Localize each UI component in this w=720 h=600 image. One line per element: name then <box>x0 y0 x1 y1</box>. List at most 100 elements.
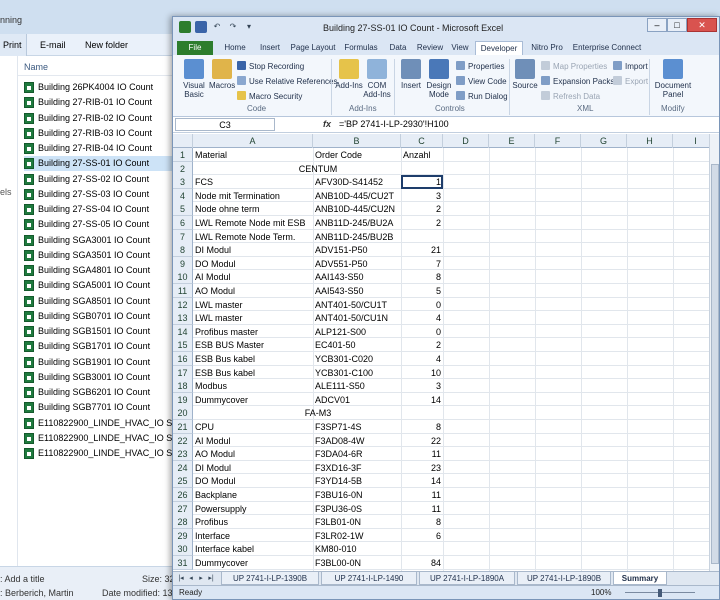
sheet-tab[interactable]: UP 2741-I-LP-1890B <box>517 572 611 585</box>
row-header[interactable]: 12 <box>173 297 193 312</box>
row-header[interactable]: 8 <box>173 243 193 258</box>
email-button[interactable]: E-mail <box>40 40 66 50</box>
table-cell[interactable]: 8 <box>401 270 443 284</box>
column-header[interactable]: I <box>673 134 709 148</box>
select-all-corner[interactable] <box>173 134 193 148</box>
table-cell[interactable]: Profibus <box>193 515 313 529</box>
file-list-item[interactable]: Building 27-RIB-02 IO Count <box>24 111 174 126</box>
table-cell[interactable]: DO Modul <box>193 257 313 271</box>
ribbon-tab-developer[interactable]: Developer <box>475 41 523 55</box>
visual-basic-button[interactable]: Visual Basic <box>179 59 209 99</box>
file-list-item[interactable]: Building 27-SS-04 IO Count <box>24 202 174 217</box>
file-list-item[interactable]: Building SGB1701 IO Count <box>24 339 174 354</box>
row-header[interactable]: 6 <box>173 216 193 230</box>
column-header[interactable]: D <box>443 134 489 148</box>
ribbon-tab-insert[interactable]: Insert <box>255 41 285 55</box>
row-header[interactable]: 15 <box>173 338 193 353</box>
table-cell[interactable]: AAI543-S50 <box>313 284 401 298</box>
table-cell[interactable]: AAI143-S50 <box>313 270 401 284</box>
ribbon-tab-page-layout[interactable]: Page Layout <box>289 41 337 55</box>
table-cell[interactable]: 2 <box>401 338 443 352</box>
table-cell[interactable]: CPU <box>193 420 313 434</box>
row-header[interactable]: 31 <box>173 556 193 570</box>
row-header[interactable]: 26 <box>173 488 193 502</box>
file-list-item[interactable]: Building 27-SS-03 IO Count <box>24 187 174 202</box>
row-header[interactable]: 7 <box>173 229 193 244</box>
macro-security-button[interactable]: Macro Security <box>237 91 302 101</box>
table-cell[interactable]: Material <box>193 148 313 162</box>
file-list-item[interactable]: Building 27-RIB-01 IO Count <box>24 95 174 110</box>
table-cell[interactable]: ADV151-P50 <box>313 243 401 257</box>
xml-import-button[interactable]: Import <box>613 61 648 71</box>
table-cell[interactable]: Interface <box>193 529 313 543</box>
insert-function-icon[interactable]: fx <box>323 119 331 129</box>
refresh-data-button[interactable]: Refresh Data <box>541 91 600 101</box>
table-cell[interactable]: Dummycover <box>193 556 313 570</box>
row-header[interactable]: 4 <box>173 188 193 203</box>
ribbon-tab-enterprise-connect[interactable]: Enterprise Connect <box>571 41 643 55</box>
sheet-tab[interactable]: Summary <box>613 572 667 585</box>
table-cell[interactable]: LWL Remote Node mit ESB <box>193 216 313 230</box>
undo-icon[interactable]: ↶ <box>211 21 223 33</box>
xml-source-button[interactable]: Source <box>511 59 539 90</box>
table-cell[interactable]: Node mit Termination <box>193 189 313 203</box>
excel-app-icon[interactable] <box>179 21 191 33</box>
ribbon-tab-nitro-pro[interactable]: Nitro Pro <box>527 41 567 55</box>
row-header[interactable]: 10 <box>173 270 193 285</box>
row-header[interactable]: 28 <box>173 515 193 530</box>
table-cell[interactable]: ANT401-50/CU1N <box>313 311 401 325</box>
table-cell[interactable]: 84 <box>401 556 443 570</box>
row-header[interactable]: 5 <box>173 202 193 217</box>
table-cell[interactable]: AFV30D-S41452 <box>313 175 401 189</box>
table-cell[interactable]: ANB10D-445/CU2T <box>313 189 401 203</box>
row-header[interactable]: 11 <box>173 284 193 298</box>
table-cell[interactable]: ADCV01 <box>313 393 401 407</box>
table-cell[interactable]: ALP121-S00 <box>313 325 401 339</box>
table-cell[interactable]: ANT401-50/CU1T <box>313 298 401 312</box>
expansion-packs-button[interactable]: Expansion Packs <box>541 76 614 86</box>
design-mode-button[interactable]: Design Mode <box>425 59 453 99</box>
row-header[interactable]: 16 <box>173 352 193 366</box>
row-header[interactable]: 24 <box>173 460 193 475</box>
table-cell[interactable]: 2 <box>401 202 443 216</box>
row-header[interactable]: 2 <box>173 161 193 176</box>
last-sheet-icon[interactable]: ▸| <box>207 574 215 583</box>
column-header[interactable]: C <box>401 134 443 148</box>
table-cell[interactable]: Dummycover <box>193 393 313 407</box>
table-cell[interactable] <box>401 542 443 556</box>
sheet-tab[interactable]: UP 2741-I-LP-1390B <box>221 572 319 585</box>
table-cell[interactable]: ANB11D-245/BU2B <box>313 230 401 244</box>
scrollbar-thumb[interactable] <box>711 164 719 564</box>
file-list-item[interactable]: Building 27-RIB-03 IO Count <box>24 126 174 141</box>
table-cell[interactable]: AI Modul <box>193 434 313 448</box>
file-list-item[interactable]: Building SGB3001 IO Count <box>24 370 174 385</box>
table-cell[interactable]: 21 <box>401 243 443 257</box>
column-header[interactable]: F <box>535 134 581 148</box>
map-properties-button[interactable]: Map Properties <box>541 61 607 71</box>
row-header[interactable]: 13 <box>173 311 193 326</box>
row-header[interactable]: 17 <box>173 365 193 380</box>
close-button[interactable]: ✕ <box>687 18 717 32</box>
first-sheet-icon[interactable]: |◂ <box>177 574 185 583</box>
table-cell[interactable]: 14 <box>401 393 443 407</box>
column-header[interactable]: G <box>581 134 627 148</box>
file-list-item[interactable]: E110822900_LINDE_HVAC_IO Sizing <box>24 416 174 431</box>
row-header[interactable]: 3 <box>173 175 193 190</box>
table-cell[interactable]: 11 <box>401 488 443 502</box>
new-folder-button[interactable]: New folder <box>85 40 128 50</box>
table-cell[interactable]: F3YD14-5B <box>313 474 401 488</box>
table-cell[interactable]: DI Modul <box>193 461 313 475</box>
table-cell[interactable]: F3XD16-3F <box>313 461 401 475</box>
column-header-name[interactable]: Name <box>18 56 178 76</box>
table-cell[interactable]: ANB10D-445/CU2N <box>313 202 401 216</box>
xml-export-button[interactable]: Export <box>613 76 648 86</box>
column-header[interactable]: A <box>193 134 313 148</box>
insert-control-button[interactable]: Insert <box>397 59 425 90</box>
file-list-item[interactable]: Building SGB7701 IO Count <box>24 400 174 415</box>
table-cell[interactable]: 3 <box>401 189 443 203</box>
table-cell[interactable]: ESB Bus kabel <box>193 366 313 380</box>
column-header[interactable]: H <box>627 134 673 148</box>
row-header[interactable]: 14 <box>173 324 193 339</box>
table-cell[interactable]: AI Modul <box>193 270 313 284</box>
sheet-tab[interactable]: UP 2741-I-LP-1490 <box>321 572 417 585</box>
